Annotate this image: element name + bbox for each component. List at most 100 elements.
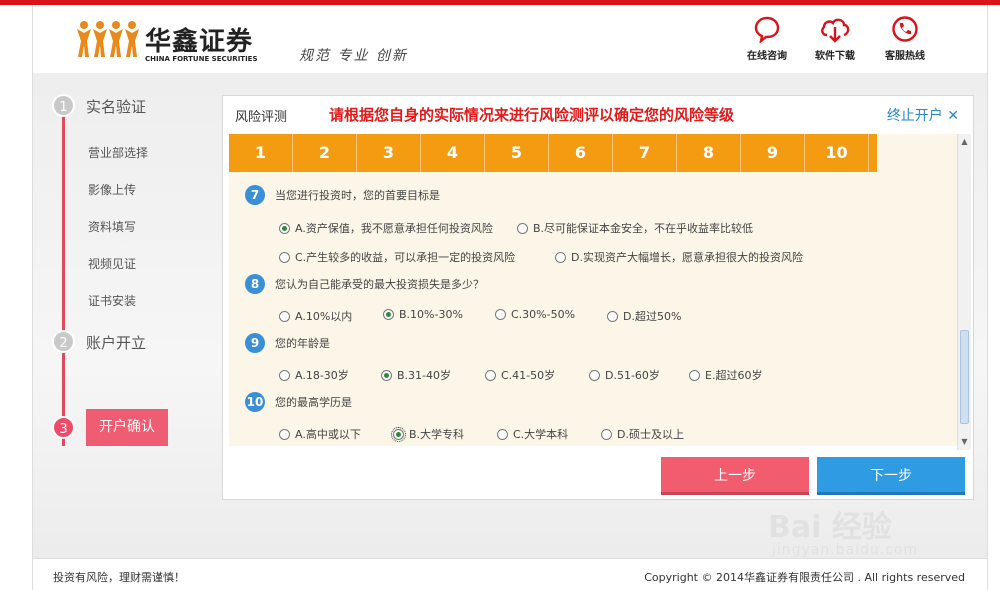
question-tab-4[interactable]: 4 — [421, 134, 485, 172]
q7-option-d-label: D.实现资产大幅增长，愿意承担很大的投资风险 — [571, 251, 803, 264]
q7-option-a[interactable]: A.资产保值，我不愿意承担任何投资风险 — [279, 220, 493, 236]
q9-option-a[interactable]: A.18-30岁 — [279, 367, 349, 383]
question-9-number: 9 — [245, 333, 265, 353]
radio-icon — [601, 429, 612, 440]
q7-option-b[interactable]: B.尽可能保证本金安全，不在乎收益率比较低 — [517, 220, 753, 236]
question-tab-9[interactable]: 9 — [741, 134, 805, 172]
substep-cert-install: 证书安装 — [88, 294, 137, 308]
question-9-text: 您的年龄是 — [275, 337, 330, 350]
radio-icon — [689, 370, 700, 381]
radio-icon — [279, 311, 290, 322]
scroll-down-icon[interactable]: ▼ — [958, 435, 971, 448]
radio-icon — [495, 309, 506, 320]
q7-option-b-label: B.尽可能保证本金安全，不在乎收益率比较低 — [533, 222, 754, 235]
step-1-label: 实名验证 — [86, 98, 147, 116]
radio-icon — [279, 370, 290, 381]
radio-icon — [589, 370, 600, 381]
site-footer: 投资有风险，理财需谨慎！ Copyright © 2014华鑫证券有限责任公司 … — [32, 558, 988, 590]
q10-option-a[interactable]: A.高中或以下 — [279, 426, 361, 442]
logo-figures-icon — [77, 21, 139, 57]
brand-name-cn: 华鑫证券 — [145, 27, 254, 57]
q9-option-e-label: E.超过60岁 — [705, 369, 763, 382]
question-tab-1[interactable]: 1 — [229, 134, 293, 172]
question-8-number: 8 — [245, 274, 265, 294]
risk-notice: 投资有风险，理财需谨慎！ — [53, 571, 185, 584]
watermark-url: jingyan.baidu.com — [772, 542, 919, 558]
q8-option-b[interactable]: B.10%-30% — [383, 308, 463, 321]
scroll-up-icon[interactable]: ▲ — [958, 135, 971, 148]
software-download-link[interactable]: 软件下载 — [805, 15, 865, 62]
phone-icon — [892, 16, 918, 42]
radio-icon — [279, 223, 290, 234]
q8-option-c[interactable]: C.30%-50% — [495, 308, 575, 321]
brand-logo[interactable]: 华鑫证券 CHINA FORTUNE SECURITIES — [75, 17, 275, 67]
service-hotline-link[interactable]: 客服热线 — [875, 15, 935, 62]
question-tab-5[interactable]: 5 — [485, 134, 549, 172]
q8-option-c-label: C.30%-50% — [511, 308, 576, 321]
substep-branch-select: 营业部选择 — [88, 146, 149, 160]
question-area: 1 2 3 4 5 6 7 8 9 10 7 当您进行投资时，您的首要目标是 A… — [229, 134, 957, 446]
question-tab-6[interactable]: 6 — [549, 134, 613, 172]
radio-icon — [279, 429, 290, 440]
step-2-label: 账户开立 — [86, 334, 147, 352]
q9-option-c-label: C.41-50岁 — [501, 369, 556, 382]
q8-option-b-label: B.10%-30% — [399, 308, 463, 321]
step-1-number: 1 — [52, 94, 75, 117]
online-consult-label: 在线咨询 — [747, 51, 787, 62]
brand-name-en: CHINA FORTUNE SECURITIES — [145, 55, 258, 63]
progress-steps: 1 实名验证 营业部选择 影像上传 资料填写 视频见证 证书安装 2 账户开立 … — [50, 90, 220, 450]
q10-option-c[interactable]: C.大学本科 — [497, 426, 568, 442]
question-scrollbar[interactable]: ▲ ▼ — [957, 134, 971, 450]
radio-icon — [497, 429, 508, 440]
substep-image-upload: 影像上传 — [88, 183, 137, 197]
steps-line — [62, 110, 65, 446]
q8-option-a[interactable]: A.10%以内 — [279, 308, 352, 324]
q10-option-b[interactable]: B.大学专科 — [391, 426, 464, 442]
question-tab-7[interactable]: 7 — [613, 134, 677, 172]
q8-option-d[interactable]: D.超过50% — [607, 308, 681, 324]
software-download-label: 软件下载 — [815, 51, 855, 62]
question-tab-10[interactable]: 10 — [805, 134, 869, 172]
q9-option-c[interactable]: C.41-50岁 — [485, 367, 555, 383]
q7-option-c[interactable]: C.产生较多的收益，可以承担一定的投资风险 — [279, 249, 515, 265]
substep-info-fill: 资料填写 — [88, 220, 137, 234]
question-tab-8[interactable]: 8 — [677, 134, 741, 172]
radio-icon — [279, 252, 290, 263]
question-8-text: 您认为自己能承受的最大投资损失是多少？ — [275, 278, 484, 291]
question-7-text: 当您进行投资时，您的首要目标是 — [275, 189, 440, 202]
question-10-number: 10 — [245, 392, 265, 412]
q8-option-a-label: A.10%以内 — [295, 310, 353, 323]
q9-option-d[interactable]: D.51-60岁 — [589, 367, 660, 383]
radio-icon — [383, 309, 394, 320]
scroll-thumb[interactable] — [960, 330, 969, 424]
q7-option-c-label: C.产生较多的收益，可以承担一定的投资风险 — [295, 251, 516, 264]
q8-option-d-label: D.超过50% — [623, 310, 682, 323]
q9-option-b[interactable]: B.31-40岁 — [381, 367, 451, 383]
q9-option-e[interactable]: E.超过60岁 — [689, 367, 762, 383]
radio-icon — [381, 370, 392, 381]
radio-icon — [391, 427, 406, 442]
step-3-label: 开户确认 — [86, 409, 168, 446]
q9-option-a-label: A.18-30岁 — [295, 369, 349, 382]
q10-option-a-label: A.高中或以下 — [295, 428, 361, 441]
cloud-download-icon — [821, 18, 850, 43]
radio-icon — [555, 252, 566, 263]
step-2-number: 2 — [52, 330, 75, 353]
question-number-bar: 1 2 3 4 5 6 7 8 9 10 — [229, 134, 877, 172]
question-tab-2[interactable]: 2 — [293, 134, 357, 172]
radio-icon — [517, 223, 528, 234]
q7-option-d[interactable]: D.实现资产大幅增长，愿意承担很大的投资风险 — [555, 249, 803, 265]
risk-assessment-panel: 风险评测 请根据您自身的实际情况来进行风险测评以确定您的风险等级 终止开户 ✕ … — [222, 95, 974, 500]
stop-account-opening-link[interactable]: 终止开户 ✕ — [887, 105, 959, 125]
site-header: 华鑫证券 CHINA FORTUNE SECURITIES 规范 专业 创新 在… — [32, 5, 988, 73]
panel-title: 风险评测 — [235, 110, 288, 125]
service-hotline-label: 客服热线 — [885, 51, 925, 62]
online-consult-link[interactable]: 在线咨询 — [737, 15, 797, 62]
radio-icon — [485, 370, 496, 381]
q9-option-b-label: B.31-40岁 — [397, 369, 452, 382]
question-tab-3[interactable]: 3 — [357, 134, 421, 172]
baidu-watermark: Bai 经验 jingyan.baidu.com — [768, 488, 968, 568]
q10-option-d[interactable]: D.硕士及以上 — [601, 426, 684, 442]
panel-instruction: 请根据您自身的实际情况来进行风险测评以确定您的风险等级 — [329, 106, 735, 124]
radio-icon — [607, 311, 618, 322]
